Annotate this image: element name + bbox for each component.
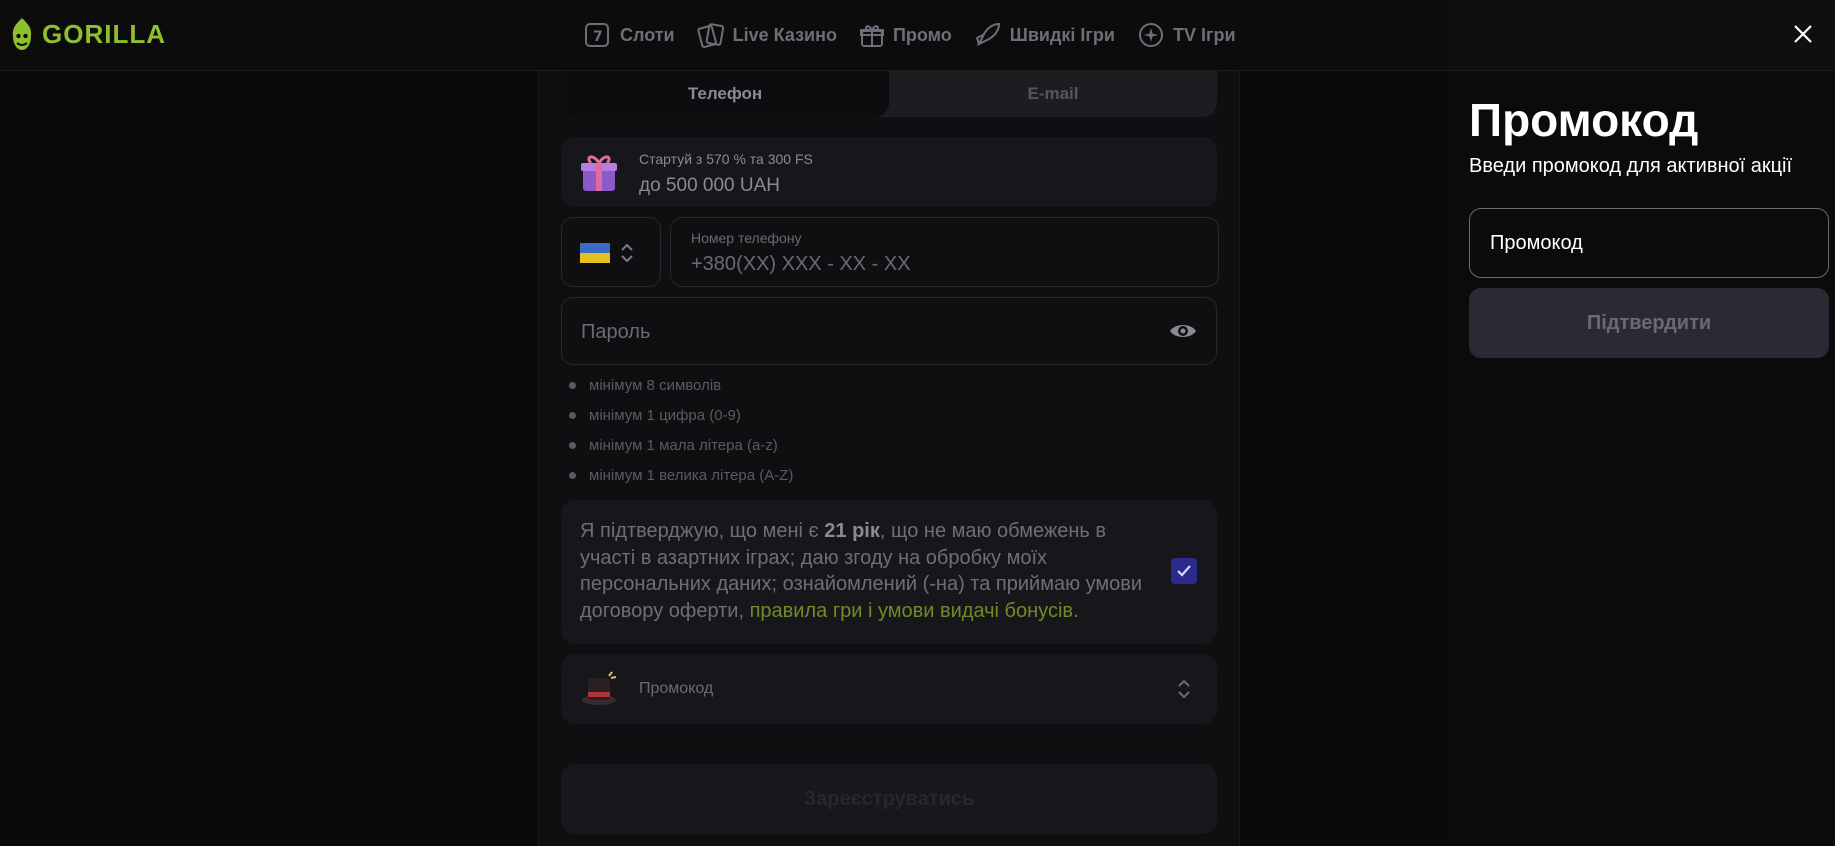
bonus-amount: до 500 000 UAH — [639, 175, 781, 196]
chevron-updown-icon — [621, 243, 633, 263]
logo-text: GORILLA — [42, 18, 166, 49]
consent-age: 21 рік — [824, 520, 880, 542]
password-rule: мінімум 1 цифра (0-9) — [565, 407, 793, 437]
registration-form: Телефон E-mail Стартуй з 570 % та 300 FS… — [538, 71, 1240, 846]
check-icon — [1177, 565, 1191, 577]
phone-input[interactable]: +380(XX) XXX - XX - XX — [691, 253, 911, 276]
main-nav: 7 Слоти Live Казино Промо Швидкі Ігри TV… — [584, 20, 1258, 50]
close-icon[interactable] — [1793, 24, 1813, 44]
nav-item-slots[interactable]: 7 Слоти — [584, 20, 675, 50]
magic-hat-icon — [582, 671, 617, 705]
consent-text: Я підтверджую, що мені є 21 рік, що не м… — [580, 518, 1160, 624]
auth-tabs: Телефон E-mail — [561, 71, 1217, 117]
nav-item-live-casino[interactable]: Live Казино — [696, 20, 837, 50]
bonus-banner[interactable]: Стартуй з 570 % та 300 FS до 500 000 UAH — [561, 137, 1217, 207]
nav-label: TV Ігри — [1172, 24, 1236, 45]
nav-item-fast-games[interactable]: Швидкі Ігри — [974, 20, 1115, 50]
consent-text-part: Я підтверджую, що мені є — [580, 520, 825, 542]
phone-mask: (XX) XXX - XX - XX — [736, 253, 911, 275]
gorilla-logo-icon — [12, 18, 32, 50]
nav-item-tv-games[interactable]: TV Ігри — [1137, 20, 1236, 50]
bonus-headline: Стартуй з 570 % та 300 FS — [639, 151, 813, 167]
phone-label: Номер телефону — [691, 230, 802, 246]
eye-icon[interactable] — [1168, 320, 1198, 342]
logo[interactable]: GORILLA — [8, 16, 166, 52]
register-button[interactable]: Зареєструватись — [561, 764, 1217, 834]
promo-code-label: Промокод — [639, 680, 714, 697]
phone-prefix: +380 — [691, 253, 737, 275]
panel-subtitle: Введи промокод для активної акції — [1469, 155, 1793, 177]
consent-block: Я підтверджую, що мені є 21 рік, що не м… — [561, 500, 1217, 644]
panel-title: Промокод — [1469, 94, 1699, 146]
consent-end: . — [1073, 599, 1079, 622]
game-rules-link[interactable]: правила гри — [750, 600, 863, 622]
promo-code-input[interactable]: Промокод — [1469, 208, 1829, 278]
password-rules: мінімум 8 символів мінімум 1 цифра (0-9)… — [565, 377, 793, 497]
svg-text:7: 7 — [593, 29, 603, 45]
nav-label: Промо — [892, 24, 952, 45]
rocket-icon — [975, 22, 1000, 47]
panel-header — [1449, 0, 1835, 71]
password-rule: мінімум 1 велика літера (A-Z) — [565, 467, 793, 497]
consent-separator: і — [862, 599, 878, 622]
promo-code-panel: Промокод Введи промокод для активної акц… — [1449, 0, 1835, 846]
gift-icon — [859, 25, 884, 47]
password-rule: мінімум 1 мала літера (a-z) — [565, 437, 793, 467]
tab-phone[interactable]: Телефон — [561, 71, 889, 117]
phone-field[interactable]: Номер телефону +380(XX) XXX - XX - XX — [670, 217, 1219, 287]
nav-label: Швидкі Ігри — [1009, 24, 1115, 45]
promo-code-toggle[interactable]: Промокод — [561, 654, 1217, 724]
bonus-terms-link[interactable]: умови видачі бонусів — [878, 600, 1073, 622]
gift-box-icon — [581, 155, 617, 191]
chevron-updown-icon — [1178, 679, 1190, 699]
confirm-button[interactable]: Підтвердити — [1469, 288, 1829, 358]
consent-checkbox[interactable] — [1171, 558, 1197, 584]
ukraine-flag-icon — [580, 243, 610, 263]
sparkle-icon — [1138, 23, 1163, 47]
nav-label: Live Казино — [732, 24, 837, 45]
nav-item-promo[interactable]: Промо — [859, 20, 952, 50]
password-field[interactable]: Пароль — [561, 297, 1217, 365]
password-placeholder: Пароль — [581, 321, 651, 343]
password-rule: мінімум 8 символів — [565, 377, 793, 407]
country-select[interactable] — [561, 217, 661, 287]
cards-icon — [696, 23, 724, 49]
slot-icon: 7 — [585, 23, 609, 47]
tab-email[interactable]: E-mail — [889, 71, 1217, 117]
nav-label: Слоти — [620, 24, 675, 45]
